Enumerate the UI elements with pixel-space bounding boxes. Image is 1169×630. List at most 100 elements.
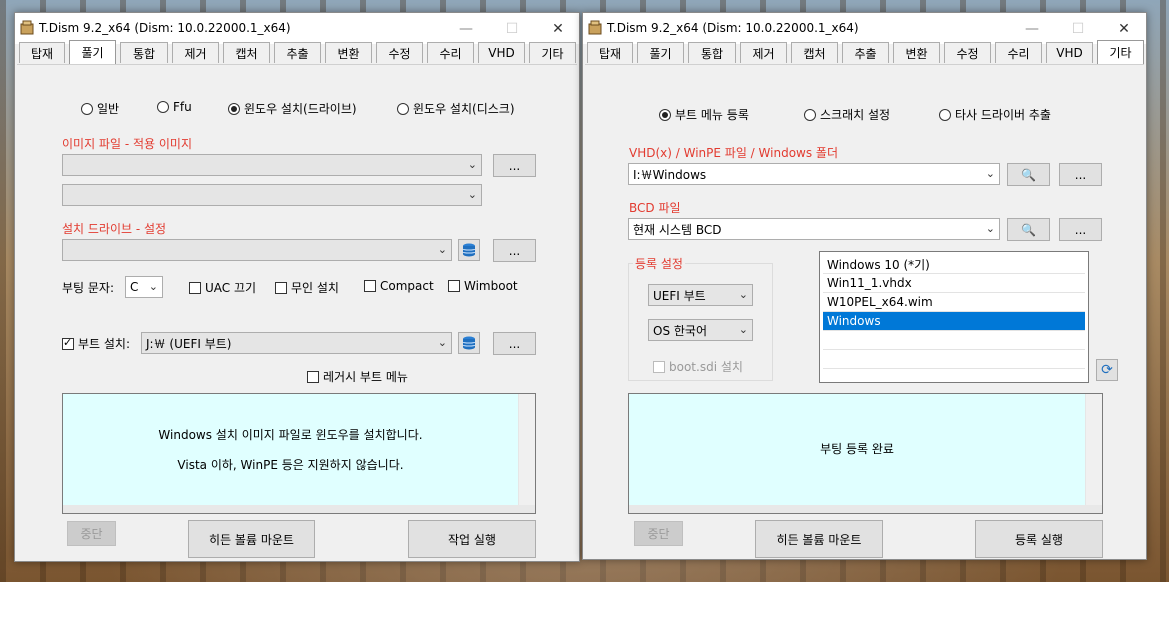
window-title: T.Dism 9.2_x64 (Dism: 10.0.22000.1_x64): [39, 21, 291, 35]
tab-6[interactable]: 변환: [325, 42, 372, 63]
list-item-empty: [823, 350, 1085, 369]
legacy-boot-menu-checkbox[interactable]: 레거시 부트 메뉴: [307, 368, 408, 385]
tab-5[interactable]: 추출: [274, 42, 321, 63]
tab-panel: 일반 Ffu 윈도우 설치(드라이브) 윈도우 설치(디스크) 이미지 파일 -…: [17, 64, 577, 559]
search-button[interactable]: 🔍: [1007, 218, 1050, 241]
chevron-down-icon: ⌄: [437, 336, 447, 349]
stop-button[interactable]: 중단: [634, 521, 683, 546]
mount-hidden-volume-button[interactable]: 히든 볼륨 마운트: [188, 520, 315, 558]
list-item[interactable]: Windows 10 (*기): [823, 255, 1085, 274]
tab-3[interactable]: 제거: [740, 42, 787, 63]
app-icon: [20, 20, 34, 35]
unattend-checkbox[interactable]: 무인 설치: [275, 279, 339, 296]
tab-1[interactable]: 풀기: [637, 42, 684, 63]
list-item[interactable]: Win11_1.vhdx: [823, 274, 1085, 293]
tab-0[interactable]: 탑재: [587, 42, 633, 63]
chevron-down-icon: ⌄: [985, 222, 995, 235]
message-line-2: Vista 이하, WinPE 등은 지원하지 않습니다.: [177, 458, 404, 472]
boot-install-checkbox[interactable]: 부트 설치:: [62, 335, 130, 352]
image-index-combo[interactable]: ⌄: [62, 184, 482, 206]
uac-off-checkbox[interactable]: UAC 끄기: [189, 279, 256, 296]
tab-panel: 부트 메뉴 등록 스크래치 설정 타사 드라이버 추출 VHD(x) / Win…: [585, 64, 1144, 558]
database-icon[interactable]: [458, 332, 480, 354]
register-settings-label: 등록 설정: [633, 255, 685, 272]
message-box: 부팅 등록 완료: [628, 393, 1103, 514]
compact-checkbox[interactable]: Compact: [364, 279, 434, 293]
image-file-combo[interactable]: ⌄: [62, 154, 482, 176]
chevron-down-icon: ⌄: [467, 188, 477, 201]
boot-sdi-checkbox[interactable]: boot.sdi 설치: [653, 358, 743, 375]
tab-6[interactable]: 변환: [893, 42, 940, 63]
vhd-browse-button[interactable]: ...: [1059, 163, 1102, 186]
tab-10[interactable]: 기타: [529, 42, 576, 63]
vhd-path-combo[interactable]: I:￦Windows ⌄: [628, 163, 1000, 185]
search-icon: 🔍: [1021, 167, 1036, 182]
progress-bar: [63, 505, 535, 513]
search-icon: 🔍: [1021, 222, 1036, 237]
radio-mode-ffu[interactable]: Ffu: [157, 100, 192, 114]
tab-7[interactable]: 수정: [944, 42, 991, 63]
run-task-button[interactable]: 작업 실행: [408, 520, 536, 558]
tab-1[interactable]: 풀기: [69, 40, 116, 64]
search-button[interactable]: 🔍: [1007, 163, 1050, 186]
register-run-button[interactable]: 등록 실행: [975, 520, 1103, 558]
message-line: 부팅 등록 완료: [820, 442, 894, 456]
firmware-combo[interactable]: UEFI 부트 ⌄: [648, 284, 753, 306]
tab-4[interactable]: 캡처: [791, 42, 838, 63]
boot-letter-combo[interactable]: C ⌄: [125, 276, 163, 298]
bcd-browse-button[interactable]: ...: [1059, 218, 1102, 241]
list-item[interactable]: Windows: [823, 312, 1085, 331]
tab-9[interactable]: VHD: [478, 42, 525, 63]
window-title: T.Dism 9.2_x64 (Dism: 10.0.22000.1_x64): [607, 21, 859, 35]
tab-8[interactable]: 수리: [995, 42, 1042, 63]
radio-scratch-setting[interactable]: 스크래치 설정: [804, 106, 890, 123]
message-box: Windows 설치 이미지 파일로 윈도우를 설치합니다. Vista 이하,…: [62, 393, 536, 514]
tab-4[interactable]: 캡처: [223, 42, 270, 63]
radio-driver-extract[interactable]: 타사 드라이버 추출: [939, 106, 1051, 123]
tab-5[interactable]: 추출: [842, 42, 889, 63]
boot-browse-button[interactable]: ...: [493, 332, 536, 355]
tab-strip: 탑재 풀기 통합 제거 캡처 추출 변환 수정 수리 VHD 기타: [585, 40, 1144, 64]
install-drive-label: 설치 드라이브 - 설정: [62, 222, 167, 236]
stop-button[interactable]: 중단: [67, 521, 116, 546]
mount-hidden-volume-button[interactable]: 히든 볼륨 마운트: [755, 520, 883, 558]
tab-9[interactable]: VHD: [1046, 42, 1093, 63]
tdism-window-left: T.Dism 9.2_x64 (Dism: 10.0.22000.1_x64) …: [14, 12, 580, 562]
vertical-scrollbar[interactable]: [518, 394, 535, 513]
bcd-file-combo[interactable]: 현재 시스템 BCD ⌄: [628, 218, 1000, 240]
tab-10[interactable]: 기타: [1097, 40, 1144, 64]
tdism-window-right: T.Dism 9.2_x64 (Dism: 10.0.22000.1_x64) …: [582, 12, 1147, 560]
radio-mode-normal[interactable]: 일반: [81, 100, 119, 117]
tab-7[interactable]: 수정: [376, 42, 423, 63]
bcd-file-label: BCD 파일: [629, 201, 681, 215]
tab-2[interactable]: 통합: [120, 42, 168, 63]
install-drive-combo[interactable]: ⌄: [62, 239, 452, 261]
progress-bar: [629, 505, 1102, 513]
database-icon[interactable]: [458, 239, 480, 261]
refresh-button[interactable]: ⟳: [1096, 359, 1118, 381]
vhd-path-label: VHD(x) / WinPE 파일 / Windows 폴더: [629, 146, 838, 160]
radio-mode-install-disk[interactable]: 윈도우 설치(디스크): [397, 100, 515, 117]
tab-strip: 탑재 풀기 통합 제거 캡처 추출 변환 수정 수리 VHD 기타: [17, 40, 577, 64]
tab-8[interactable]: 수리: [427, 42, 474, 63]
list-item[interactable]: W10PEL_x64.wim: [823, 293, 1085, 312]
vertical-scrollbar[interactable]: [1085, 394, 1102, 513]
chevron-down-icon: ⌄: [738, 288, 748, 301]
drive-browse-button[interactable]: ...: [493, 239, 536, 262]
os-language-combo[interactable]: OS 한국어 ⌄: [648, 319, 753, 341]
tab-0[interactable]: 탑재: [19, 42, 65, 63]
boot-install-combo[interactable]: J:￦ (UEFI 부트) ⌄: [141, 332, 452, 354]
radio-boot-menu-register[interactable]: 부트 메뉴 등록: [659, 106, 749, 123]
tab-2[interactable]: 통합: [688, 42, 736, 63]
radio-mode-install-drive[interactable]: 윈도우 설치(드라이브): [228, 100, 357, 117]
chevron-down-icon: ⌄: [148, 280, 158, 293]
chevron-down-icon: ⌄: [738, 323, 748, 336]
tab-3[interactable]: 제거: [172, 42, 219, 63]
wimboot-checkbox[interactable]: Wimboot: [448, 279, 518, 293]
boot-entry-list[interactable]: Windows 10 (*기) Win11_1.vhdx W10PEL_x64.wi…: [819, 251, 1089, 383]
image-file-label: 이미지 파일 - 적용 이미지: [62, 137, 192, 151]
chevron-down-icon: ⌄: [467, 158, 477, 171]
message-line-1: Windows 설치 이미지 파일로 윈도우를 설치합니다.: [158, 428, 423, 442]
chevron-down-icon: ⌄: [437, 243, 447, 256]
image-browse-button[interactable]: ...: [493, 154, 536, 177]
